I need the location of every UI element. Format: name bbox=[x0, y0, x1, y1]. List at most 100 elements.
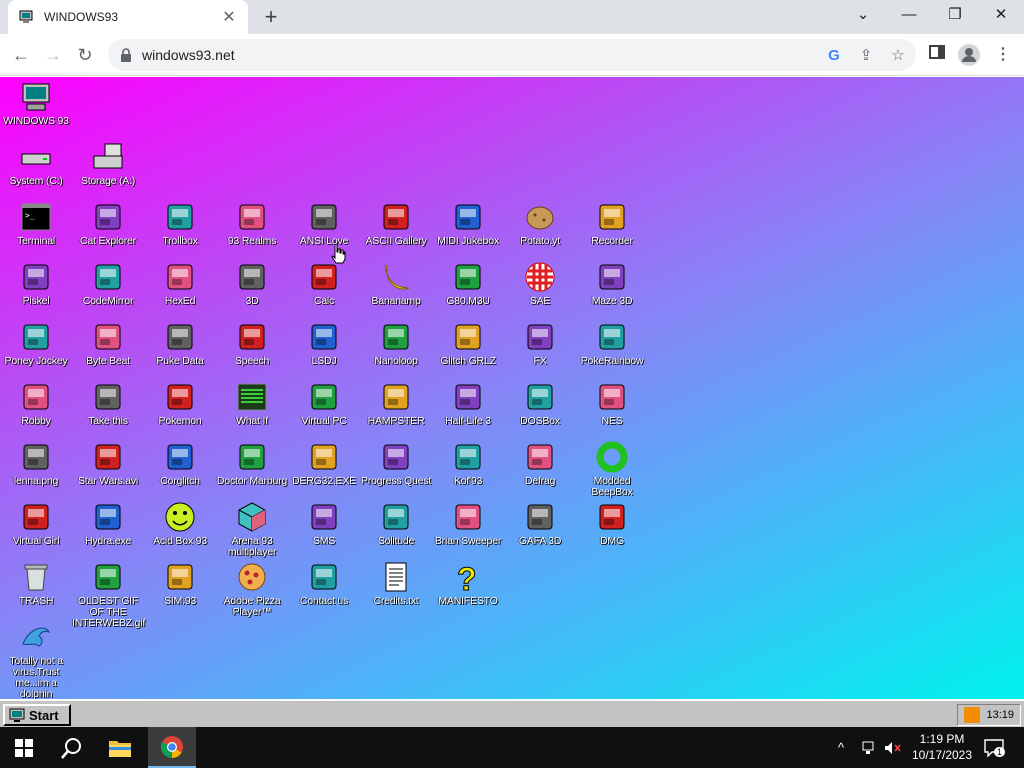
bytebeat-icon bbox=[95, 324, 121, 350]
desktop-icon[interactable]: SIM.93 bbox=[144, 560, 216, 607]
start-label: Start bbox=[29, 707, 59, 723]
desktop-icon[interactable]: >_ Terminal bbox=[0, 200, 72, 247]
desktop-icon[interactable]: Glitch GRLZ bbox=[432, 320, 504, 367]
desktop-icon[interactable]: 3D bbox=[216, 260, 288, 307]
desktop-icon[interactable]: Adobe Pizza Player™ bbox=[216, 560, 288, 618]
desktop-icon[interactable]: DMG bbox=[576, 500, 648, 547]
address-bar[interactable]: windows93.net G ⇪ ☆ bbox=[108, 39, 916, 71]
desktop-icon[interactable]: System (C:) bbox=[0, 140, 72, 187]
tab-search-chevron-icon[interactable]: ⌄ bbox=[840, 0, 886, 30]
bookmark-star-icon[interactable]: ☆ bbox=[888, 46, 908, 66]
desktop-icon[interactable]: Trollbox bbox=[144, 200, 216, 247]
desktop-icon[interactable]: TRASH bbox=[0, 560, 72, 607]
desktop-icon[interactable]: CodeMirror bbox=[72, 260, 144, 307]
system-clock[interactable]: 1:19 PM 10/17/2023 bbox=[904, 731, 980, 763]
desktop-icon[interactable]: Progress Quest bbox=[360, 440, 432, 487]
desktop-icon[interactable]: Puke Data bbox=[144, 320, 216, 367]
windows-start-icon[interactable] bbox=[0, 727, 48, 768]
desktop-icon[interactable]: ? MANIFESTO bbox=[432, 560, 504, 607]
desktop-icon[interactable]: Half-Life 3 bbox=[432, 380, 504, 427]
desktop-icon[interactable]: Defrag bbox=[504, 440, 576, 487]
desktop-icon[interactable]: Solitude bbox=[360, 500, 432, 547]
desktop-icon[interactable]: Calc bbox=[288, 260, 360, 307]
desktop-icon[interactable]: Acid Box 93 bbox=[144, 500, 216, 547]
desktop-icon[interactable]: ASCII Gallery bbox=[360, 200, 432, 247]
desktop-icon[interactable]: GAFA 3D bbox=[504, 500, 576, 547]
desktop-icon[interactable]: Star Wars.avi bbox=[72, 440, 144, 487]
desktop-icon[interactable]: Pokemon bbox=[144, 380, 216, 427]
desktop-icon[interactable]: Hydra.exe bbox=[72, 500, 144, 547]
google-lens-icon[interactable]: G bbox=[824, 46, 844, 66]
desktop-icon[interactable]: Byte Beat bbox=[72, 320, 144, 367]
desktop-icon[interactable]: LSDJ bbox=[288, 320, 360, 367]
desktop-icon[interactable]: Credits.txt bbox=[360, 560, 432, 607]
desktop-icon[interactable]: PokeRainbow bbox=[576, 320, 648, 367]
rss-icon[interactable] bbox=[964, 707, 981, 723]
forward-button[interactable]: → bbox=[40, 42, 66, 68]
desktop-icon[interactable]: lenna.png bbox=[0, 440, 72, 487]
tab-close-icon[interactable]: ✕ bbox=[220, 7, 238, 27]
side-panel-icon[interactable] bbox=[926, 44, 948, 66]
file-explorer-icon[interactable] bbox=[96, 727, 144, 768]
desktop-icon[interactable]: FX bbox=[504, 320, 576, 367]
desktop-icon[interactable]: MIDI Jukebox bbox=[432, 200, 504, 247]
desktop-icon[interactable]: Contact us bbox=[288, 560, 360, 607]
green-ring-icon bbox=[596, 441, 628, 473]
desktop-icon[interactable]: WINDOWS 93 bbox=[0, 80, 72, 127]
desktop-icon[interactable]: Storage (A:) bbox=[72, 140, 144, 187]
search-icon[interactable] bbox=[48, 727, 96, 768]
desktop-icon[interactable]: Doctor Marburg bbox=[216, 440, 288, 487]
desktop-icon[interactable]: Arena 93 multiplayer bbox=[216, 500, 288, 558]
desktop-icon[interactable]: Brian Sweeper bbox=[432, 500, 504, 547]
desktop-icon[interactable]: Modded BeepBox bbox=[576, 440, 648, 498]
desktop-icon[interactable]: Bananamp bbox=[360, 260, 432, 307]
desktop-icon[interactable]: OLDEST GIF OF THE INTERWEBZ.gif bbox=[72, 560, 145, 629]
desktop-icon[interactable]: SAE bbox=[504, 260, 576, 307]
stick-figure-icon bbox=[23, 384, 49, 410]
share-icon[interactable]: ⇪ bbox=[856, 46, 876, 66]
desktop-icon[interactable]: Maze 3D bbox=[576, 260, 648, 307]
desktop-icon[interactable]: G80.M3U bbox=[432, 260, 504, 307]
new-tab-button[interactable]: + bbox=[258, 4, 284, 30]
reload-button[interactable]: ↻ bbox=[72, 42, 98, 68]
desktop-icon[interactable]: DERG32.EXE bbox=[288, 440, 360, 487]
desktop-icon[interactable]: HexEd bbox=[144, 260, 216, 307]
chrome-taskbar-icon[interactable] bbox=[148, 727, 196, 768]
desktop-icon[interactable]: Corglitch bbox=[144, 440, 216, 487]
question-mark-icon: ? bbox=[457, 561, 478, 595]
desktop-icon[interactable]: DOSBox bbox=[504, 380, 576, 427]
windows93-clock: 13:19 bbox=[986, 709, 1014, 721]
desktop-icon[interactable]: Robby bbox=[0, 380, 72, 427]
desktop-icon[interactable]: Virtual PC bbox=[288, 380, 360, 427]
window-close-button[interactable]: ✕ bbox=[978, 0, 1024, 30]
desktop-icon[interactable]: Speech bbox=[216, 320, 288, 367]
desktop-icon[interactable]: Potato.yt bbox=[504, 200, 576, 247]
desktop-icon[interactable]: Virtual Girl bbox=[0, 500, 72, 547]
profile-avatar-icon[interactable] bbox=[958, 44, 980, 66]
desktop-icon[interactable]: Recorder bbox=[576, 200, 648, 247]
chrome-menu-icon[interactable]: ⋮ bbox=[992, 44, 1014, 66]
show-hidden-icons-icon[interactable]: ^ bbox=[838, 727, 844, 768]
desktop-icon[interactable]: Kof'93 bbox=[432, 440, 504, 487]
window-minimize-button[interactable]: — bbox=[886, 0, 932, 30]
browser-tab[interactable]: WINDOWS93 ✕ bbox=[8, 0, 248, 34]
desktop-icon[interactable]: SMS bbox=[288, 500, 360, 547]
desktop-icon[interactable]: Cat Explorer bbox=[72, 200, 144, 247]
window-restore-button[interactable]: ❐ bbox=[932, 0, 978, 30]
start-button[interactable]: Start bbox=[3, 704, 71, 726]
desktop-icon-label: Star Wars.avi bbox=[77, 475, 139, 487]
desktop-icon[interactable]: Nanoloop bbox=[360, 320, 432, 367]
desktop-icon[interactable]: HAMPSTER bbox=[360, 380, 432, 427]
desktop-icon[interactable]: Piskel bbox=[0, 260, 72, 307]
volume-muted-icon[interactable] bbox=[884, 727, 902, 768]
back-button[interactable]: ← bbox=[8, 42, 34, 68]
notification-center-icon[interactable]: 1 bbox=[984, 727, 1006, 768]
network-icon[interactable] bbox=[862, 727, 878, 768]
desktop-icon[interactable]: What If bbox=[216, 380, 288, 427]
desktop-icon[interactable]: Totally not a virus.Trust me...im a dolp… bbox=[0, 620, 72, 699]
desktop-icon[interactable]: ANSI Love bbox=[288, 200, 360, 247]
desktop-icon[interactable]: 93 Realms bbox=[216, 200, 288, 247]
desktop-icon[interactable]: NES bbox=[576, 380, 648, 427]
desktop-icon[interactable]: Poney Jockey bbox=[0, 320, 72, 367]
desktop-icon[interactable]: Take this bbox=[72, 380, 144, 427]
